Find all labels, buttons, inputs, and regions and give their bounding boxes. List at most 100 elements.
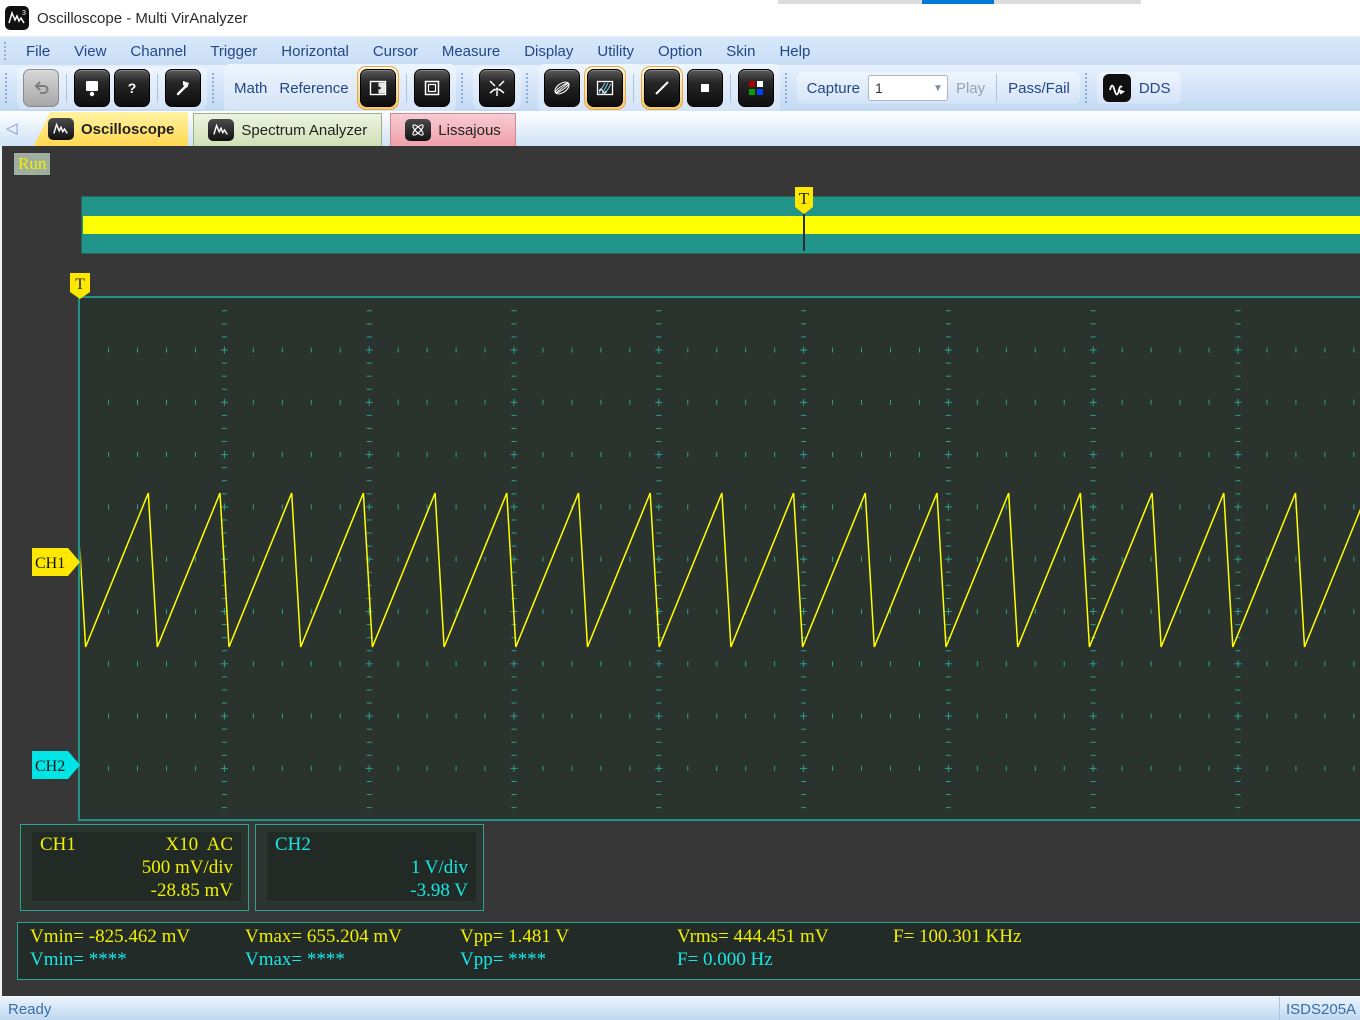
toolbar-separator	[406, 74, 407, 102]
help-icon[interactable]: ?	[114, 69, 150, 107]
toolbar-gripper	[212, 73, 219, 103]
svg-text:?: ?	[128, 80, 137, 96]
title-bar: 3 Oscilloscope - Multi VirAnalyzer	[0, 0, 1360, 36]
single-view-icon[interactable]	[414, 69, 450, 107]
toolbar-separator	[730, 74, 731, 102]
tab-strip: ◁ Oscilloscope Spectrum Analyzer Lissajo…	[0, 111, 1360, 146]
vpp-ch2: Vpp= ****	[460, 949, 546, 971]
vrms-ch1: Vrms= 444.451 mV	[677, 926, 829, 948]
dds-icon[interactable]	[1103, 74, 1131, 102]
persistence-icon[interactable]	[587, 69, 623, 107]
tab-label: Lissajous	[438, 122, 501, 139]
toolbar-group-display: Math Reference	[224, 64, 456, 112]
record-icon[interactable]	[74, 69, 110, 107]
tool-icon[interactable]	[165, 69, 201, 107]
toolbar-group-file: ?	[17, 67, 207, 109]
ch1-offset: -28.85 mV	[40, 879, 233, 902]
toolbar-separator	[66, 74, 67, 102]
toolbar-gripper	[461, 73, 468, 103]
chevron-down-icon[interactable]: ▼	[929, 83, 947, 94]
split-view-selected	[357, 66, 399, 110]
tab-label: Spectrum Analyzer	[241, 122, 367, 139]
toolbar-separator	[633, 74, 634, 102]
menu-item-file[interactable]: File	[14, 43, 62, 60]
toolbar-gripper	[1085, 73, 1092, 103]
tab-oscilloscope[interactable]: Oscilloscope	[34, 112, 188, 146]
menu-item-trigger[interactable]: Trigger	[198, 43, 269, 60]
menu-item-help[interactable]: Help	[767, 43, 822, 60]
ch1-marker-label: CH1	[35, 555, 65, 572]
ch2-offset: -3.98 V	[275, 879, 468, 902]
top-strip-progress	[922, 0, 994, 4]
device-model: ISDS205A	[1279, 997, 1360, 1020]
menu-item-horizontal[interactable]: Horizontal	[269, 43, 361, 60]
passfail-button[interactable]: Pass/Fail	[1004, 80, 1074, 97]
undo-icon[interactable]	[23, 69, 59, 107]
ch1-coupling: X10 AC	[165, 833, 233, 856]
menu-item-measure[interactable]: Measure	[430, 43, 512, 60]
tab-spectrum-analyzer[interactable]: Spectrum Analyzer	[193, 113, 382, 146]
reference-button[interactable]: Reference	[275, 80, 352, 97]
toolbar-separator	[996, 74, 997, 102]
toolbar-gripper	[5, 73, 12, 103]
tab-scroll-left-icon[interactable]: ◁	[6, 119, 18, 137]
freq-ch2: F= 0.000 Hz	[677, 949, 773, 971]
spectrum-tab-icon	[208, 119, 234, 141]
svg-text:3: 3	[22, 10, 26, 17]
ch2-scale: 1 V/div	[275, 856, 468, 879]
menu-item-channel[interactable]: Channel	[118, 43, 198, 60]
line-style-icon[interactable]	[644, 69, 680, 107]
menu-item-skin[interactable]: Skin	[714, 43, 767, 60]
run-status-label: Run	[14, 153, 50, 175]
lissajous-tab-icon	[405, 119, 431, 141]
tab-label: Oscilloscope	[81, 121, 174, 138]
dds-button[interactable]: DDS	[1135, 80, 1175, 97]
toolbar-separator	[157, 74, 158, 102]
menu-item-cursor[interactable]: Cursor	[361, 43, 430, 60]
trigger-level-symbol: T	[75, 276, 85, 293]
vmax-ch2: Vmax= ****	[245, 949, 345, 971]
ch2-name: CH2	[275, 833, 311, 856]
play-button[interactable]: Play	[952, 80, 989, 97]
split-view-icon[interactable]	[360, 69, 396, 107]
app-window: 3 Oscilloscope - Multi VirAnalyzer File …	[0, 0, 1360, 1020]
ch1-name: CH1	[40, 833, 76, 856]
preview-waveform-band	[83, 216, 1360, 234]
stop-icon[interactable]	[687, 69, 723, 107]
tab-lissajous[interactable]: Lissajous	[390, 113, 516, 146]
vpp-ch1: Vpp= 1.481 V	[460, 926, 569, 948]
app-icon: 3	[5, 6, 29, 30]
vmin-ch2: Vmin= ****	[30, 949, 127, 971]
toolbar-group-dds: DDS	[1097, 72, 1181, 104]
graticule-frame	[79, 297, 1360, 820]
capture-value: 1	[869, 80, 929, 96]
ch2-marker-label: CH2	[35, 758, 65, 775]
menu-item-utility[interactable]: Utility	[585, 43, 646, 60]
math-button[interactable]: Math	[230, 80, 271, 97]
palette-icon[interactable]	[738, 69, 774, 107]
scope-area: Run T T CH1 CH2 CH1 X10 AC 500 mV/div -28.8…	[0, 146, 1360, 996]
toolbar-gripper	[785, 73, 792, 103]
center-icon[interactable]	[479, 69, 515, 107]
ch1-info-panel: CH1 X10 AC 500 mV/div -28.85 mV	[32, 832, 241, 901]
ch1-info-box[interactable]: CH1 X10 AC 500 mV/div -28.85 mV	[20, 824, 249, 911]
mesh-3d-icon[interactable]	[544, 69, 580, 107]
toolbar-group-capture: Capture 1 ▼ Play Pass/Fail	[797, 72, 1080, 104]
measurements-box: Vmin= -825.462 mV Vmax= 655.204 mV Vpp= …	[17, 922, 1360, 980]
menu-item-option[interactable]: Option	[646, 43, 714, 60]
capture-label: Capture	[803, 80, 864, 97]
capture-select[interactable]: 1 ▼	[868, 75, 948, 101]
menu-gripper	[4, 42, 10, 60]
menu-item-view[interactable]: View	[62, 43, 118, 60]
persistence-selected	[584, 66, 626, 110]
trigger-position-line	[803, 213, 805, 251]
trigger-position-symbol: T	[799, 189, 810, 208]
toolbar-gripper	[526, 73, 533, 103]
menu-item-display[interactable]: Display	[512, 43, 585, 60]
status-bar: Ready ISDS205A	[0, 996, 1360, 1020]
ch2-info-box[interactable]: CH2 1 V/div -3.98 V	[255, 824, 484, 911]
vmax-ch1: Vmax= 655.204 mV	[245, 926, 402, 948]
menu-bar: File View Channel Trigger Horizontal Cur…	[0, 36, 1360, 65]
freq-ch1: F= 100.301 KHz	[893, 926, 1021, 948]
line-style-selected	[641, 66, 683, 110]
